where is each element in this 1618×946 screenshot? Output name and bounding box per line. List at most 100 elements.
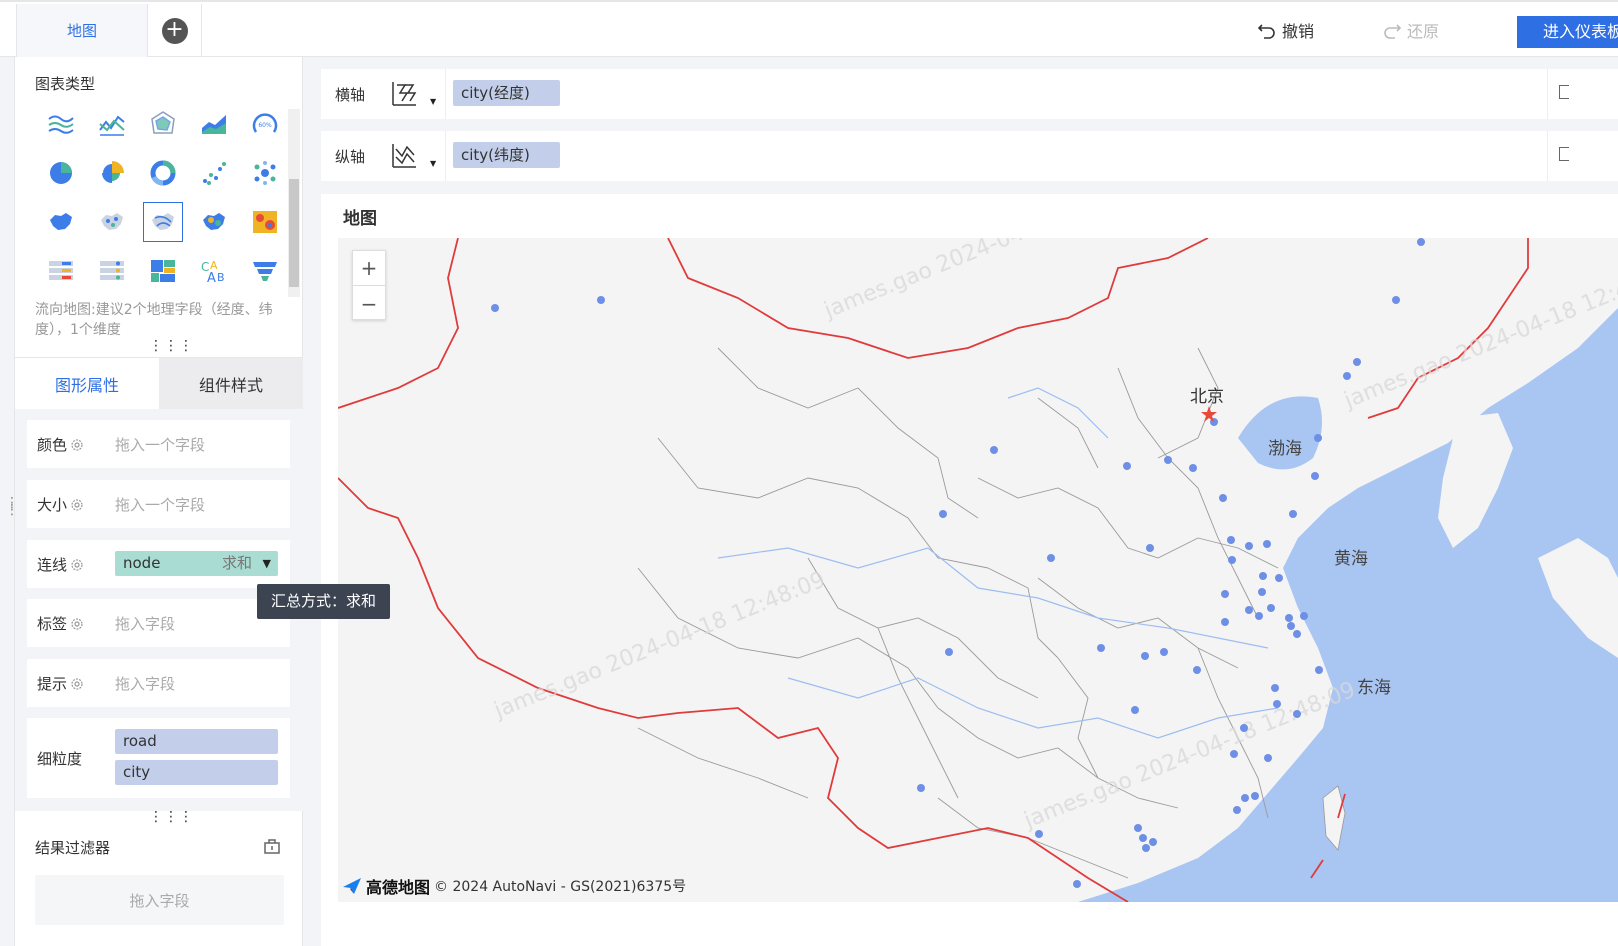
chart-type-scrollbar[interactable] bbox=[288, 109, 300, 297]
city-point[interactable] bbox=[1139, 834, 1147, 842]
city-point[interactable] bbox=[1267, 604, 1275, 612]
color-drop-field[interactable]: 拖入一个字段 bbox=[115, 434, 205, 455]
resize-handle-bottom[interactable]: ⋮⋮⋮ bbox=[149, 809, 194, 825]
city-point[interactable] bbox=[1142, 844, 1150, 852]
city-point[interactable] bbox=[1219, 494, 1227, 502]
city-point[interactable] bbox=[1193, 666, 1201, 674]
enter-dashboard-button[interactable]: 进入仪表板 bbox=[1517, 16, 1618, 48]
city-point[interactable] bbox=[1273, 700, 1281, 708]
tag-drop-field[interactable]: 拖入字段 bbox=[115, 613, 175, 634]
chart-type-funnel[interactable] bbox=[239, 246, 290, 295]
line-field-pill[interactable]: node 求和 ▼ bbox=[115, 551, 278, 576]
chart-type-word-cloud[interactable]: CAAB bbox=[188, 246, 239, 295]
city-point[interactable] bbox=[1289, 510, 1297, 518]
city-point[interactable] bbox=[1047, 554, 1055, 562]
city-point[interactable] bbox=[1259, 572, 1267, 580]
chart-type-radar[interactable] bbox=[137, 99, 188, 148]
city-point[interactable] bbox=[1417, 238, 1425, 246]
chart-type-flow-map[interactable] bbox=[137, 197, 188, 246]
chart-type-scatter[interactable] bbox=[188, 148, 239, 197]
city-point[interactable] bbox=[1241, 794, 1249, 802]
city-point[interactable] bbox=[1149, 838, 1157, 846]
chart-type-point-map[interactable] bbox=[86, 197, 137, 246]
city-point[interactable] bbox=[1189, 464, 1197, 472]
city-point[interactable] bbox=[1343, 372, 1351, 380]
city-point[interactable] bbox=[1245, 542, 1253, 550]
city-point[interactable] bbox=[1245, 606, 1253, 614]
city-point[interactable] bbox=[1293, 630, 1301, 638]
gear-icon[interactable] bbox=[70, 617, 84, 631]
city-point[interactable] bbox=[1315, 666, 1323, 674]
redo-button[interactable]: 还原 bbox=[1383, 18, 1439, 42]
tab-graphic-properties[interactable]: 图形属性 bbox=[15, 358, 159, 410]
resize-handle-top[interactable]: ⋮⋮⋮ bbox=[149, 338, 194, 354]
tab-component-style[interactable]: 组件样式 bbox=[159, 358, 303, 410]
chart-type-ring[interactable] bbox=[137, 148, 188, 197]
caret-down-icon[interactable]: ▼ bbox=[430, 97, 436, 106]
chart-type-area[interactable] bbox=[188, 99, 239, 148]
city-point[interactable] bbox=[1123, 462, 1131, 470]
chart-type-bubble[interactable] bbox=[239, 148, 290, 197]
city-point[interactable] bbox=[1097, 644, 1105, 652]
size-drop-field[interactable]: 拖入一个字段 bbox=[115, 494, 205, 515]
city-point[interactable] bbox=[1233, 806, 1241, 814]
city-point[interactable] bbox=[1285, 614, 1293, 622]
map-canvas[interactable]: james.gao 2024-04-18 12:48:09 james.gao … bbox=[338, 238, 1618, 902]
gear-icon[interactable] bbox=[70, 438, 84, 452]
city-point[interactable] bbox=[1164, 456, 1172, 464]
city-point[interactable] bbox=[1293, 710, 1301, 718]
city-point[interactable] bbox=[1227, 536, 1235, 544]
x-axis-icon[interactable] bbox=[389, 79, 419, 109]
y-axis-field-pill[interactable]: city(纬度) bbox=[453, 142, 560, 168]
x-axis-field-pill[interactable]: city(经度) bbox=[453, 80, 560, 106]
add-tab-button[interactable]: + bbox=[148, 4, 202, 57]
city-point[interactable] bbox=[1314, 434, 1322, 442]
city-point[interactable] bbox=[1258, 588, 1266, 596]
chart-type-region-map[interactable] bbox=[35, 197, 86, 246]
tip-drop-field[interactable]: 拖入字段 bbox=[115, 673, 175, 694]
filter-drop-field[interactable]: 拖入字段 bbox=[35, 875, 284, 925]
scrollbar-thumb[interactable] bbox=[289, 179, 299, 287]
city-point[interactable] bbox=[1160, 648, 1168, 656]
caret-down-icon[interactable]: ▼ bbox=[430, 159, 436, 168]
city-point[interactable] bbox=[1073, 880, 1081, 888]
city-point[interactable] bbox=[1251, 792, 1259, 800]
city-point[interactable] bbox=[1392, 296, 1400, 304]
zoom-in-button[interactable]: + bbox=[353, 251, 385, 286]
chart-type-list-card[interactable] bbox=[86, 246, 137, 295]
city-point[interactable] bbox=[1146, 544, 1154, 552]
city-point[interactable] bbox=[1035, 830, 1043, 838]
chart-type-heat-map[interactable] bbox=[239, 197, 290, 246]
city-point[interactable] bbox=[945, 648, 953, 656]
panel-drag-handle[interactable]: ⋮ ⋮ bbox=[5, 496, 19, 517]
granularity-field-city[interactable]: city bbox=[115, 760, 278, 785]
tab-map[interactable]: 地图 bbox=[16, 4, 148, 57]
city-point[interactable] bbox=[1228, 556, 1236, 564]
filter-settings-icon[interactable] bbox=[263, 837, 281, 855]
chart-type-bubble-map[interactable] bbox=[188, 197, 239, 246]
city-point[interactable] bbox=[1271, 684, 1279, 692]
city-point[interactable] bbox=[491, 304, 499, 312]
axis-settings-icon[interactable] bbox=[1559, 147, 1569, 161]
gear-icon[interactable] bbox=[70, 498, 84, 512]
city-point[interactable] bbox=[1264, 754, 1272, 762]
chart-type-line[interactable] bbox=[86, 99, 137, 148]
city-point[interactable] bbox=[1221, 618, 1229, 626]
chart-type-gauge[interactable]: 60% bbox=[239, 99, 290, 148]
undo-button[interactable]: 撤销 bbox=[1258, 18, 1314, 42]
city-point[interactable] bbox=[1240, 724, 1248, 732]
city-point[interactable] bbox=[917, 784, 925, 792]
granularity-field-road[interactable]: road bbox=[115, 729, 278, 754]
gear-icon[interactable] bbox=[70, 558, 84, 572]
zoom-out-button[interactable]: − bbox=[353, 286, 385, 321]
caret-down-icon[interactable]: ▼ bbox=[263, 551, 271, 576]
axis-settings-icon[interactable] bbox=[1559, 85, 1569, 99]
city-point[interactable] bbox=[1230, 750, 1238, 758]
city-point[interactable] bbox=[1131, 706, 1139, 714]
city-point[interactable] bbox=[939, 510, 947, 518]
y-axis-icon[interactable] bbox=[389, 141, 419, 171]
city-point[interactable] bbox=[1141, 652, 1149, 660]
city-point[interactable] bbox=[1353, 358, 1361, 366]
city-point[interactable] bbox=[1221, 590, 1229, 598]
gear-icon[interactable] bbox=[70, 677, 84, 691]
